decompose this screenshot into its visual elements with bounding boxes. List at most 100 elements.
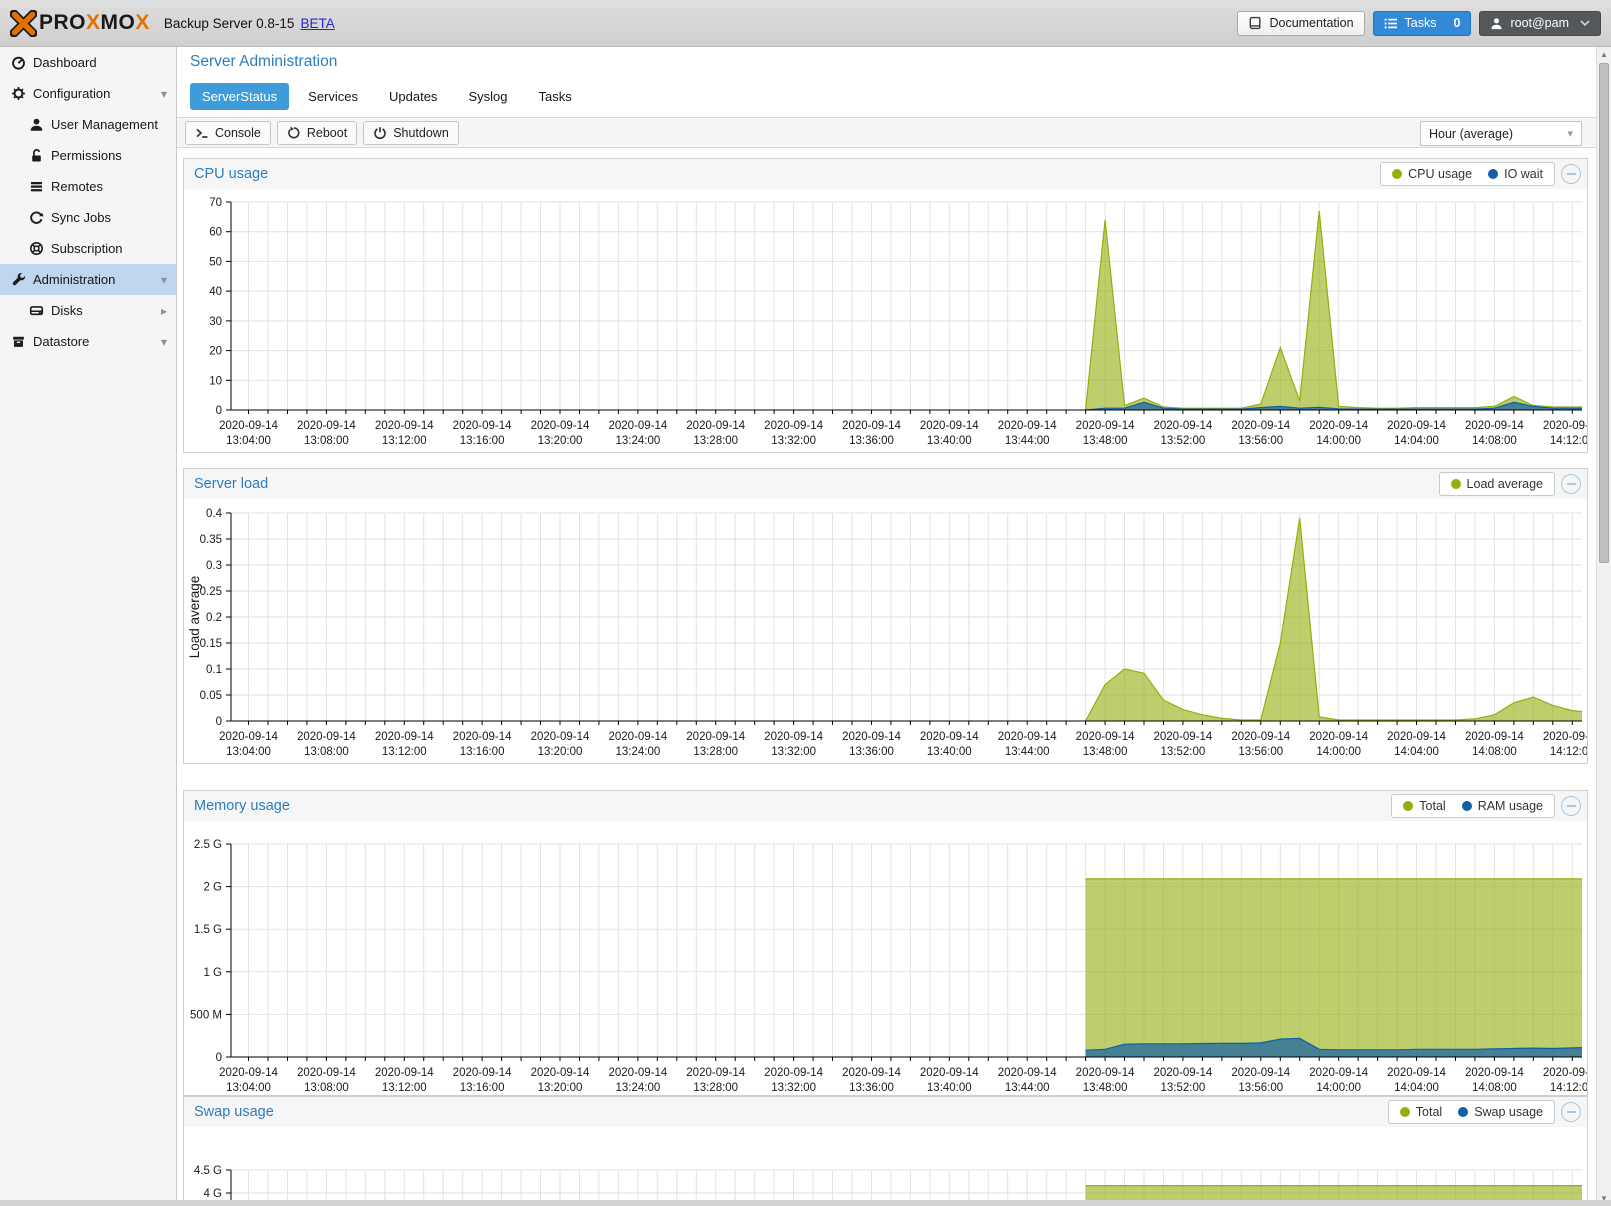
svg-text:13:40:00: 13:40:00 xyxy=(927,1082,972,1094)
svg-text:13:08:00: 13:08:00 xyxy=(304,435,349,447)
svg-text:2020-09-14: 2020-09-14 xyxy=(920,731,979,743)
legend-item-swap-usage[interactable]: Swap usage xyxy=(1458,1105,1543,1119)
svg-text:2020-09-14: 2020-09-14 xyxy=(920,1067,979,1079)
panel-title: Memory usage xyxy=(194,791,290,821)
panel-header: Swap usage Total Swap usage xyxy=(184,1097,1587,1127)
svg-text:2020-09-14: 2020-09-14 xyxy=(1387,1067,1446,1079)
svg-text:13:12:00: 13:12:00 xyxy=(382,435,427,447)
svg-text:2020-09-14: 2020-09-14 xyxy=(920,420,979,432)
sidebar-item-label: Sync Jobs xyxy=(51,210,111,225)
tab-services[interactable]: Services xyxy=(296,83,370,110)
svg-text:14:08:00: 14:08:00 xyxy=(1472,1082,1517,1094)
scroll-up-arrow[interactable]: ▲ xyxy=(1597,47,1611,62)
proxmox-logo: PROXMOX xyxy=(10,10,150,37)
svg-text:2020-09-14: 2020-09-14 xyxy=(1309,731,1368,743)
legend-item-total[interactable]: Total xyxy=(1403,799,1445,813)
svg-text:14:00:00: 14:00:00 xyxy=(1316,435,1361,447)
timeframe-select[interactable]: Hour (average) ▾ xyxy=(1420,121,1582,146)
chevron-down-icon: ▾ xyxy=(161,335,167,349)
svg-text:2020-09-14: 2020-09-14 xyxy=(297,731,356,743)
sidebar-item-label: User Management xyxy=(51,117,158,132)
sidebar-item-subscription[interactable]: Subscription xyxy=(0,233,176,264)
svg-text:14:12:00: 14:12:00 xyxy=(1550,435,1587,447)
svg-text:2020-09-14: 2020-09-14 xyxy=(453,420,512,432)
console-button[interactable]: Console xyxy=(185,121,271,145)
legend-label: CPU usage xyxy=(1408,167,1472,181)
legend-dot xyxy=(1451,479,1461,489)
tab-syslog[interactable]: Syslog xyxy=(456,83,519,110)
svg-text:2020-09-14: 2020-09-14 xyxy=(531,420,590,432)
sidebar-item-administration[interactable]: Administration ▾ xyxy=(0,264,176,295)
legend-item-total[interactable]: Total xyxy=(1400,1105,1442,1119)
sidebar-item-user-management[interactable]: User Management xyxy=(0,109,176,140)
svg-text:2020-09-14: 2020-09-14 xyxy=(764,731,823,743)
terminal-icon xyxy=(195,126,209,140)
sidebar-item-permissions[interactable]: Permissions xyxy=(0,140,176,171)
user-menu-button[interactable]: root@pam xyxy=(1479,11,1601,36)
sync-icon xyxy=(29,210,44,225)
svg-text:13:16:00: 13:16:00 xyxy=(460,1082,505,1094)
svg-text:0: 0 xyxy=(216,1052,222,1064)
svg-text:13:48:00: 13:48:00 xyxy=(1083,1082,1128,1094)
svg-text:2020-09-14: 2020-09-14 xyxy=(1153,731,1212,743)
tasks-button[interactable]: Tasks 0 xyxy=(1373,11,1472,36)
svg-text:2 G: 2 G xyxy=(203,882,222,894)
svg-text:30: 30 xyxy=(209,316,222,328)
svg-text:13:28:00: 13:28:00 xyxy=(693,746,738,758)
sidebar-item-datastore[interactable]: Datastore ▾ xyxy=(0,326,176,357)
shutdown-label: Shutdown xyxy=(393,126,449,140)
tab-serverstatus[interactable]: ServerStatus xyxy=(190,83,289,110)
svg-text:14:08:00: 14:08:00 xyxy=(1472,746,1517,758)
tab-updates[interactable]: Updates xyxy=(377,83,449,110)
legend-item-load-average[interactable]: Load average xyxy=(1451,477,1543,491)
svg-text:13:44:00: 13:44:00 xyxy=(1005,435,1050,447)
svg-text:13:04:00: 13:04:00 xyxy=(226,1082,271,1094)
panel-header: Memory usage Total RAM usage xyxy=(184,791,1587,821)
tab-tasks[interactable]: Tasks xyxy=(526,83,583,110)
server-list-icon xyxy=(29,179,44,194)
collapse-panel-button[interactable] xyxy=(1561,164,1581,184)
sidebar-item-dashboard[interactable]: Dashboard xyxy=(0,47,176,78)
status-toolbar: Console Reboot Shutdown Hour (average) ▾ xyxy=(177,117,1596,148)
minus-icon xyxy=(1567,483,1576,485)
svg-text:2020-09-14: 2020-09-14 xyxy=(375,420,434,432)
reboot-button[interactable]: Reboot xyxy=(277,121,357,145)
console-label: Console xyxy=(215,126,261,140)
minus-icon xyxy=(1567,1111,1576,1113)
documentation-button[interactable]: Documentation xyxy=(1237,11,1364,36)
sidebar-item-remotes[interactable]: Remotes xyxy=(0,171,176,202)
svg-text:60: 60 xyxy=(209,227,222,239)
collapse-panel-button[interactable] xyxy=(1561,474,1581,494)
legend-item-io-wait[interactable]: IO wait xyxy=(1488,167,1543,181)
svg-text:13:24:00: 13:24:00 xyxy=(616,1082,661,1094)
legend-dot xyxy=(1462,801,1472,811)
svg-text:20: 20 xyxy=(209,346,222,358)
swap-usage-chart: 0500 M1 G1.5 G2 G2.5 G3 G3.5 G4 G4.5 G20… xyxy=(184,1127,1587,1206)
sidebar-item-configuration[interactable]: Configuration ▾ xyxy=(0,78,176,109)
reboot-icon xyxy=(287,126,301,140)
svg-text:2020-09-14: 2020-09-14 xyxy=(375,1067,434,1079)
svg-text:2020-09-14: 2020-09-14 xyxy=(1231,1067,1290,1079)
sidebar-item-label: Configuration xyxy=(33,86,110,101)
scrollbar-thumb[interactable] xyxy=(1599,63,1609,563)
sidebar-item-sync-jobs[interactable]: Sync Jobs xyxy=(0,202,176,233)
svg-text:2020-09-14: 2020-09-14 xyxy=(1309,420,1368,432)
svg-text:13:52:00: 13:52:00 xyxy=(1161,746,1206,758)
svg-text:2020-09-14: 2020-09-14 xyxy=(686,731,745,743)
sidebar-item-disks[interactable]: Disks ▸ xyxy=(0,295,176,326)
svg-text:13:04:00: 13:04:00 xyxy=(226,435,271,447)
svg-text:0.2: 0.2 xyxy=(206,612,222,624)
user-icon xyxy=(29,117,44,132)
sidebar-item-label: Subscription xyxy=(51,241,123,256)
svg-text:13:08:00: 13:08:00 xyxy=(304,1082,349,1094)
shutdown-button[interactable]: Shutdown xyxy=(363,121,459,145)
legend-item-cpu-usage[interactable]: CPU usage xyxy=(1392,167,1472,181)
collapse-panel-button[interactable] xyxy=(1561,796,1581,816)
legend-item-ram-usage[interactable]: RAM usage xyxy=(1462,799,1543,813)
svg-text:2020-09-14: 2020-09-14 xyxy=(1076,420,1135,432)
server-load-panel: Server load Load average 00.050.10.150.2… xyxy=(183,468,1588,764)
collapse-panel-button[interactable] xyxy=(1561,1102,1581,1122)
svg-text:0: 0 xyxy=(216,405,222,417)
beta-link[interactable]: BETA xyxy=(300,16,334,31)
legend-dot xyxy=(1392,169,1402,179)
